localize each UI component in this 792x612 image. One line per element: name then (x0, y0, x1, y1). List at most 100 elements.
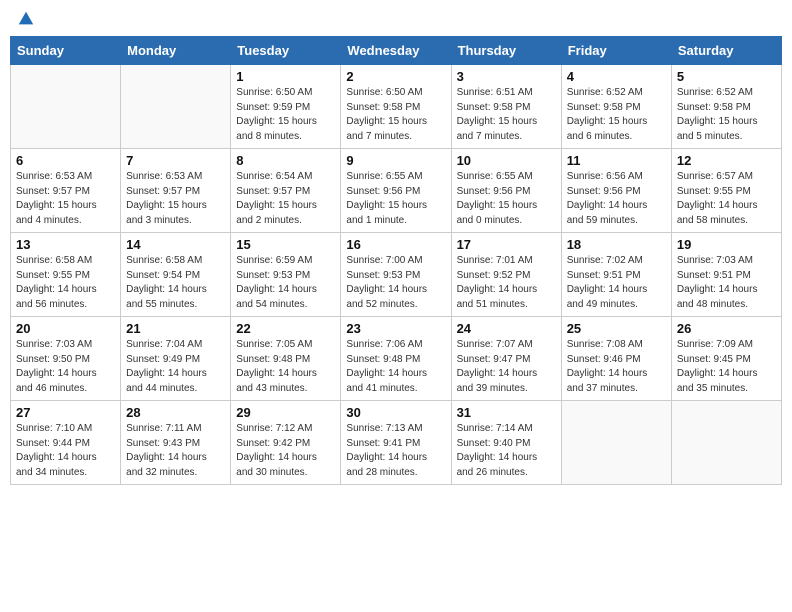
day-info: Sunrise: 7:04 AM Sunset: 9:49 PM Dayligh… (126, 338, 225, 396)
day-info: Sunrise: 6:58 AM Sunset: 9:54 PM Dayligh… (126, 254, 225, 312)
day-number: 23 (346, 321, 445, 336)
calendar-cell-w4-d7: 26Sunrise: 7:09 AM Sunset: 9:45 PM Dayli… (671, 317, 781, 401)
logo-icon (17, 10, 35, 28)
calendar-cell-w2-d2: 7Sunrise: 6:53 AM Sunset: 9:57 PM Daylig… (121, 149, 231, 233)
day-info: Sunrise: 6:50 AM Sunset: 9:58 PM Dayligh… (346, 86, 445, 144)
calendar-cell-w3-d6: 18Sunrise: 7:02 AM Sunset: 9:51 PM Dayli… (561, 233, 671, 317)
day-info: Sunrise: 7:03 AM Sunset: 9:51 PM Dayligh… (677, 254, 776, 312)
calendar-cell-w2-d7: 12 Sunrise: 6:57 AM Sunset: 9:55 PM Dayli… (671, 149, 781, 233)
day-info: Sunrise: 6:50 AM Sunset: 9:59 PM Dayligh… (236, 86, 335, 144)
day-info: Sunrise: 7:03 AM Sunset: 9:50 PM Dayligh… (16, 338, 115, 396)
weekday-header-sunday: Sunday (11, 37, 121, 65)
day-number: 4 (567, 69, 666, 84)
day-number: 1 (236, 69, 335, 84)
calendar-cell-w5-d5: 31 Sunrise: 7:14 AM Sunset: 9:40 PM Dayli… (451, 401, 561, 485)
weekday-header-friday: Friday (561, 37, 671, 65)
day-number: 9 (346, 153, 445, 168)
day-info: Sunrise: 7:07 AM Sunset: 9:47 PM Dayligh… (457, 338, 556, 396)
calendar-cell-w5-d7 (671, 401, 781, 485)
day-number: 29 (236, 405, 335, 420)
day-number: 15 (236, 237, 335, 252)
day-info: Sunrise: 6:55 AM Sunset: 9:56 PM Dayligh… (457, 170, 556, 228)
calendar-cell-w5-d1: 27Sunrise: 7:10 AM Sunset: 9:44 PM Dayli… (11, 401, 121, 485)
calendar-cell-w3-d7: 19 Sunrise: 7:03 AM Sunset: 9:51 PM Dayli… (671, 233, 781, 317)
day-info: Sunrise: 7:00 AM Sunset: 9:53 PM Dayligh… (346, 254, 445, 312)
weekday-header-saturday: Saturday (671, 37, 781, 65)
day-info: Sunrise: 7:02 AM Sunset: 9:51 PM Dayligh… (567, 254, 666, 312)
day-number: 19 (677, 237, 776, 252)
day-info: Sunrise: 7:08 AM Sunset: 9:46 PM Dayligh… (567, 338, 666, 396)
calendar-week-2: 6 Sunrise: 6:53 AM Sunset: 9:57 PM Daylig… (11, 149, 782, 233)
day-info: Sunrise: 7:14 AM Sunset: 9:40 PM Dayligh… (457, 422, 556, 480)
weekday-header-tuesday: Tuesday (231, 37, 341, 65)
day-number: 5 (677, 69, 776, 84)
day-number: 16 (346, 237, 445, 252)
calendar-cell-w3-d1: 13 Sunrise: 6:58 AM Sunset: 9:55 PM Dayli… (11, 233, 121, 317)
day-info: Sunrise: 6:57 AM Sunset: 9:55 PM Dayligh… (677, 170, 776, 228)
calendar-cell-w5-d6 (561, 401, 671, 485)
day-info: Sunrise: 6:52 AM Sunset: 9:58 PM Dayligh… (567, 86, 666, 144)
day-number: 28 (126, 405, 225, 420)
day-number: 13 (16, 237, 115, 252)
calendar-cell-w3-d4: 16 Sunrise: 7:00 AM Sunset: 9:53 PM Dayli… (341, 233, 451, 317)
day-number: 25 (567, 321, 666, 336)
day-info: Sunrise: 6:51 AM Sunset: 9:58 PM Dayligh… (457, 86, 556, 144)
day-number: 8 (236, 153, 335, 168)
day-info: Sunrise: 6:53 AM Sunset: 9:57 PM Dayligh… (16, 170, 115, 228)
day-info: Sunrise: 7:06 AM Sunset: 9:48 PM Dayligh… (346, 338, 445, 396)
calendar-cell-w2-d1: 6 Sunrise: 6:53 AM Sunset: 9:57 PM Daylig… (11, 149, 121, 233)
day-number: 22 (236, 321, 335, 336)
day-info: Sunrise: 6:54 AM Sunset: 9:57 PM Dayligh… (236, 170, 335, 228)
day-number: 30 (346, 405, 445, 420)
day-info: Sunrise: 7:09 AM Sunset: 9:45 PM Dayligh… (677, 338, 776, 396)
calendar-cell-w4-d6: 25 Sunrise: 7:08 AM Sunset: 9:46 PM Dayli… (561, 317, 671, 401)
day-number: 24 (457, 321, 556, 336)
calendar-cell-w2-d4: 9 Sunrise: 6:55 AM Sunset: 9:56 PM Daylig… (341, 149, 451, 233)
calendar-cell-w1-d1 (11, 65, 121, 149)
calendar-cell-w1-d7: 5 Sunrise: 6:52 AM Sunset: 9:58 PM Daylig… (671, 65, 781, 149)
calendar-cell-w3-d3: 15 Sunrise: 6:59 AM Sunset: 9:53 PM Dayli… (231, 233, 341, 317)
calendar-cell-w5-d2: 28 Sunrise: 7:11 AM Sunset: 9:43 PM Dayli… (121, 401, 231, 485)
day-number: 10 (457, 153, 556, 168)
day-info: Sunrise: 6:58 AM Sunset: 9:55 PM Dayligh… (16, 254, 115, 312)
day-number: 31 (457, 405, 556, 420)
day-number: 11 (567, 153, 666, 168)
day-number: 17 (457, 237, 556, 252)
calendar-cell-w4-d3: 22Sunrise: 7:05 AM Sunset: 9:48 PM Dayli… (231, 317, 341, 401)
weekday-header-thursday: Thursday (451, 37, 561, 65)
day-info: Sunrise: 7:01 AM Sunset: 9:52 PM Dayligh… (457, 254, 556, 312)
calendar-cell-w4-d2: 21 Sunrise: 7:04 AM Sunset: 9:49 PM Dayli… (121, 317, 231, 401)
day-info: Sunrise: 6:59 AM Sunset: 9:53 PM Dayligh… (236, 254, 335, 312)
weekday-header-wednesday: Wednesday (341, 37, 451, 65)
day-number: 2 (346, 69, 445, 84)
calendar-cell-w1-d5: 3 Sunrise: 6:51 AM Sunset: 9:58 PM Daylig… (451, 65, 561, 149)
calendar-cell-w5-d4: 30 Sunrise: 7:13 AM Sunset: 9:41 PM Dayli… (341, 401, 451, 485)
calendar-week-3: 13 Sunrise: 6:58 AM Sunset: 9:55 PM Dayli… (11, 233, 782, 317)
logo (14, 10, 39, 28)
calendar-cell-w4-d4: 23 Sunrise: 7:06 AM Sunset: 9:48 PM Dayli… (341, 317, 451, 401)
calendar-cell-w3-d5: 17 Sunrise: 7:01 AM Sunset: 9:52 PM Dayli… (451, 233, 561, 317)
calendar-cell-w4-d5: 24 Sunrise: 7:07 AM Sunset: 9:47 PM Dayli… (451, 317, 561, 401)
day-info: Sunrise: 6:52 AM Sunset: 9:58 PM Dayligh… (677, 86, 776, 144)
calendar-week-4: 20Sunrise: 7:03 AM Sunset: 9:50 PM Dayli… (11, 317, 782, 401)
day-number: 21 (126, 321, 225, 336)
day-info: Sunrise: 6:55 AM Sunset: 9:56 PM Dayligh… (346, 170, 445, 228)
day-number: 3 (457, 69, 556, 84)
calendar-cell-w4-d1: 20Sunrise: 7:03 AM Sunset: 9:50 PM Dayli… (11, 317, 121, 401)
day-info: Sunrise: 7:13 AM Sunset: 9:41 PM Dayligh… (346, 422, 445, 480)
calendar-cell-w2-d5: 10 Sunrise: 6:55 AM Sunset: 9:56 PM Dayli… (451, 149, 561, 233)
day-info: Sunrise: 7:11 AM Sunset: 9:43 PM Dayligh… (126, 422, 225, 480)
calendar-cell-w3-d2: 14 Sunrise: 6:58 AM Sunset: 9:54 PM Dayli… (121, 233, 231, 317)
day-info: Sunrise: 6:56 AM Sunset: 9:56 PM Dayligh… (567, 170, 666, 228)
day-number: 12 (677, 153, 776, 168)
day-number: 6 (16, 153, 115, 168)
day-info: Sunrise: 6:53 AM Sunset: 9:57 PM Dayligh… (126, 170, 225, 228)
calendar-table: SundayMondayTuesdayWednesdayThursdayFrid… (10, 36, 782, 485)
day-number: 14 (126, 237, 225, 252)
calendar-cell-w1-d6: 4 Sunrise: 6:52 AM Sunset: 9:58 PM Daylig… (561, 65, 671, 149)
day-info: Sunrise: 7:12 AM Sunset: 9:42 PM Dayligh… (236, 422, 335, 480)
day-number: 27 (16, 405, 115, 420)
calendar-cell-w2-d6: 11 Sunrise: 6:56 AM Sunset: 9:56 PM Dayli… (561, 149, 671, 233)
weekday-header-row: SundayMondayTuesdayWednesdayThursdayFrid… (11, 37, 782, 65)
calendar-cell-w2-d3: 8 Sunrise: 6:54 AM Sunset: 9:57 PM Daylig… (231, 149, 341, 233)
